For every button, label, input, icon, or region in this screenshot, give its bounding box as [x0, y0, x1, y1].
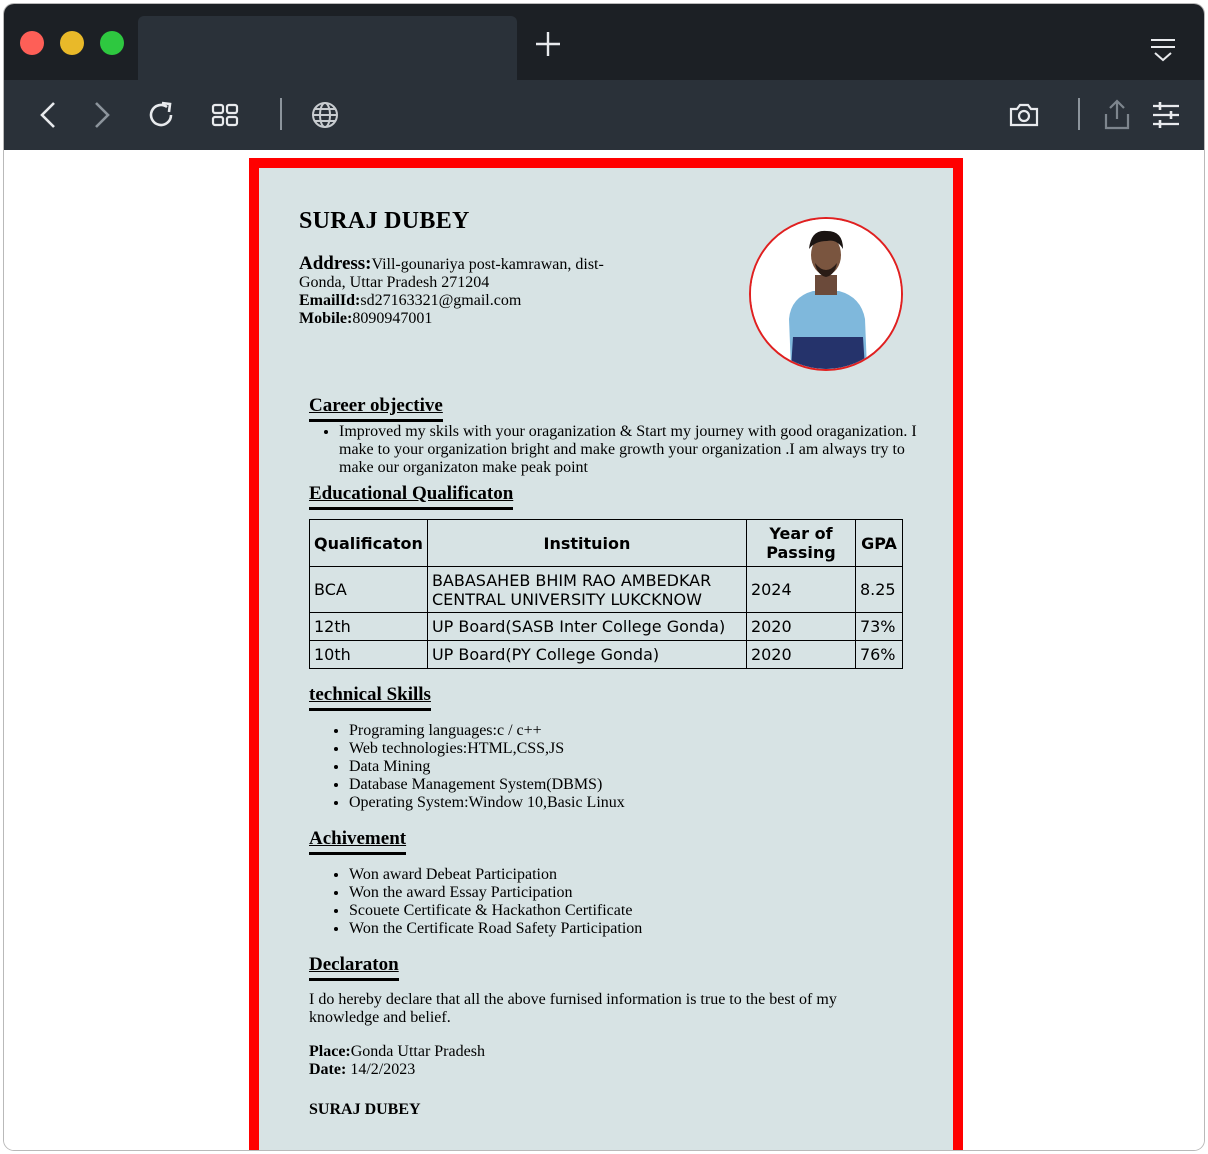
- reload-icon[interactable]: [143, 97, 179, 133]
- achievement-heading: Achivement: [309, 828, 407, 855]
- list-item: Database Management System(DBMS): [349, 776, 625, 794]
- table-cell: 2020: [745, 640, 856, 669]
- email-value: sd27163321@gmail.com: [360, 292, 522, 309]
- forward-icon[interactable]: [84, 97, 120, 133]
- table-header: Qualificaton: [309, 519, 428, 567]
- date-value: 14/2/2023: [346, 1061, 416, 1078]
- share-icon[interactable]: [1099, 97, 1135, 133]
- profile-photo: [749, 217, 903, 371]
- tab-menu-icon[interactable]: [1149, 34, 1177, 62]
- mobile-label: Mobile:: [299, 310, 353, 327]
- declaration-text: I do hereby declare that all the above f…: [309, 991, 837, 1026]
- table-cell: 2020: [745, 612, 856, 641]
- career-objective-list: Improved my skils with your oraganizatio…: [339, 423, 919, 477]
- table-cell: 73%: [854, 612, 904, 641]
- place-date-block: Place:Gonda Uttar Pradesh Date: 14/2/202…: [309, 1043, 485, 1079]
- career-objective-heading: Career objective: [309, 395, 443, 422]
- list-item: Programing languages:c / c++: [349, 722, 625, 740]
- new-tab-icon[interactable]: [532, 28, 564, 60]
- contact-info: Address:Vill-gounariya post-kamrawan, di…: [299, 253, 619, 328]
- resume-card: SURAJ DUBEY Address:Vill-gounariya post-…: [249, 158, 963, 1150]
- table-header: GPA: [854, 519, 904, 567]
- settings-sliders-icon[interactable]: [1148, 97, 1184, 133]
- declaration-heading: Declaraton: [309, 954, 399, 981]
- table-cell: 76%: [854, 640, 904, 669]
- date-label: Date:: [309, 1061, 347, 1078]
- email-label: EmailId:: [299, 292, 361, 309]
- list-item: Operating System:Window 10,Basic Linux: [349, 794, 625, 812]
- place-value: Gonda Uttar Pradesh: [350, 1043, 485, 1060]
- table-cell: UP Board(PY College Gonda): [426, 640, 747, 669]
- back-icon[interactable]: [32, 97, 68, 133]
- table-row: 12th UP Board(SASB Inter College Gonda) …: [309, 612, 904, 641]
- signature-name: SURAJ DUBEY: [309, 1101, 421, 1118]
- career-objective-text: Improved my skils with your oraganizatio…: [339, 423, 919, 477]
- technical-skills-heading: technical Skills: [309, 684, 431, 711]
- education-table: Qualificaton Instituion Year of Passing …: [309, 519, 904, 669]
- resume-name: SURAJ DUBEY: [299, 208, 470, 234]
- mobile-value: 8090947001: [352, 310, 433, 327]
- table-row: 10th UP Board(PY College Gonda) 2020 76%: [309, 640, 904, 669]
- tabs-grid-icon[interactable]: [207, 97, 243, 133]
- table-cell: 12th: [309, 612, 428, 641]
- skills-list: Programing languages:c / c++ Web technol…: [349, 722, 625, 812]
- minimize-window-button[interactable]: [60, 31, 84, 55]
- browser-window: SURAJ DUBEY Address:Vill-gounariya post-…: [4, 4, 1204, 1150]
- table-header: Instituion: [426, 519, 747, 567]
- achievement-list: Won award Debeat Participation Won the a…: [349, 866, 642, 938]
- table-header: Year of Passing: [745, 519, 856, 567]
- camera-icon[interactable]: [1006, 97, 1042, 133]
- table-cell: UP Board(SASB Inter College Gonda): [426, 612, 747, 641]
- close-window-button[interactable]: [20, 31, 44, 55]
- table-cell: BABASAHEB BHIM RAO AMBEDKAR CENTRAL UNIV…: [426, 566, 747, 613]
- place-label: Place:: [309, 1043, 351, 1060]
- list-item: Won award Debeat Participation: [349, 866, 642, 884]
- browser-toolbar: [4, 80, 1204, 150]
- list-item: Web technologies:HTML,CSS,JS: [349, 740, 625, 758]
- list-item: Data Mining: [349, 758, 625, 776]
- page-content: SURAJ DUBEY Address:Vill-gounariya post-…: [4, 150, 1204, 1150]
- globe-icon[interactable]: [307, 97, 343, 133]
- education-heading: Educational Qualificaton: [309, 483, 514, 510]
- table-cell: 2024: [745, 566, 856, 613]
- list-item: Won the award Essay Participation: [349, 884, 642, 902]
- browser-tab-active[interactable]: [138, 16, 517, 80]
- maximize-window-button[interactable]: [100, 31, 124, 55]
- table-header-row: Qualificaton Instituion Year of Passing …: [309, 519, 904, 567]
- address-label: Address:: [299, 253, 372, 274]
- table-cell: 10th: [309, 640, 428, 669]
- list-item: Scouete Certificate & Hackathon Certific…: [349, 902, 642, 920]
- table-cell: 8.25: [854, 566, 904, 613]
- toolbar-divider: [1078, 98, 1080, 130]
- list-item: Won the Certificate Road Safety Particip…: [349, 920, 642, 938]
- table-cell: BCA: [309, 566, 428, 613]
- toolbar-divider: [280, 98, 282, 130]
- table-row: BCA BABASAHEB BHIM RAO AMBEDKAR CENTRAL …: [309, 566, 904, 613]
- title-bar: [4, 4, 1204, 80]
